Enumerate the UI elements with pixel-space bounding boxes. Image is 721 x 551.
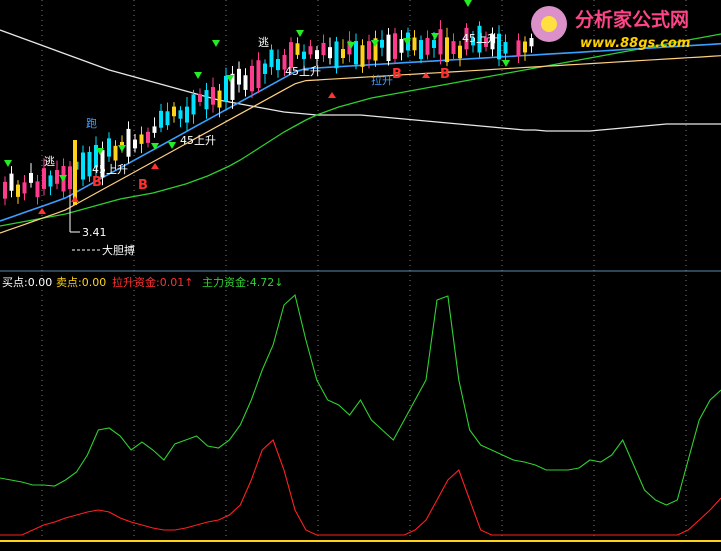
candle-body-12 xyxy=(81,152,85,180)
annotation-8: B xyxy=(92,175,102,190)
candle-body-47 xyxy=(308,46,313,55)
candle-body-80 xyxy=(529,38,534,47)
candle-body-48 xyxy=(315,50,319,59)
candle-body-58 xyxy=(380,39,384,48)
candle-body-13 xyxy=(87,151,92,177)
annotation-12: 3.41 xyxy=(82,226,107,239)
candle-body-70 xyxy=(458,45,462,59)
candle-body-66 xyxy=(432,40,436,48)
candle-body-33 xyxy=(217,90,222,108)
annotation-3: 45上升 xyxy=(180,134,216,147)
candle-body-59 xyxy=(386,34,391,62)
candle-body-44 xyxy=(289,42,293,68)
candle-body-32 xyxy=(211,87,215,105)
candle-body-8 xyxy=(55,170,59,184)
candle-body-17 xyxy=(113,145,118,161)
candle-body-24 xyxy=(159,110,163,128)
candle-body-22 xyxy=(146,131,150,143)
logo-title: 分析家公式网 xyxy=(575,8,689,31)
stock-chart: 逃跑45上升45上升45上升45上升逃拉升B BB B3.41大胆搏 买点:0.00… xyxy=(0,0,721,551)
candle-body-3 xyxy=(22,182,27,194)
candle-body-27 xyxy=(178,110,183,119)
annotation-0: 逃 xyxy=(44,155,55,168)
candle-body-29 xyxy=(191,94,196,115)
chart-background xyxy=(0,0,721,551)
candle-body-10 xyxy=(68,166,72,190)
indicator-label-1: 卖点:0.00 xyxy=(56,276,106,289)
candle-body-1 xyxy=(9,173,14,191)
candle-body-68 xyxy=(445,37,449,63)
candle-body-60 xyxy=(393,33,397,59)
candle-body-28 xyxy=(185,106,189,123)
candle-body-2 xyxy=(16,184,20,197)
candle-body-45 xyxy=(295,43,300,55)
candle-body-46 xyxy=(302,51,306,59)
candle-body-21 xyxy=(139,134,144,144)
annotation-7: 拉升 xyxy=(371,73,393,87)
annotation-11: B xyxy=(440,67,450,82)
candle-body-40 xyxy=(263,63,267,74)
annotation-10: B xyxy=(392,67,402,82)
candle-body-41 xyxy=(269,49,274,67)
candle-body-56 xyxy=(367,41,371,60)
candle-body-4 xyxy=(29,172,33,183)
indicator-header: 买点:0.00 卖点:0.00 拉升资金:0.01↑ 主力资金:4.72↓ xyxy=(2,275,283,289)
annotation-13: 大胆搏 xyxy=(102,243,135,257)
annotation-6: 逃 xyxy=(258,36,269,49)
candle-body-5 xyxy=(35,181,40,198)
candle-body-34 xyxy=(224,75,228,102)
indicator-label-2: 拉升资金:0.01↑ xyxy=(112,275,193,289)
logo-flower-center xyxy=(541,16,557,32)
candle-body-78 xyxy=(516,40,521,57)
candle-body-77 xyxy=(503,42,508,54)
candle-body-16 xyxy=(107,138,111,157)
candle-body-25 xyxy=(165,111,170,126)
annotation-9: B xyxy=(138,178,148,193)
candle-body-69 xyxy=(451,41,456,54)
candle-body-55 xyxy=(360,45,365,67)
candle-body-7 xyxy=(48,175,53,187)
candle-body-30 xyxy=(198,94,202,102)
candle-body-37 xyxy=(243,75,248,90)
candle-tall xyxy=(73,140,77,205)
annotation-4: 45上升 xyxy=(285,65,321,78)
candle-body-67 xyxy=(438,29,443,55)
candle-body-0 xyxy=(3,181,7,199)
candle-body-64 xyxy=(419,40,423,59)
candle-body-65 xyxy=(425,38,430,55)
candle-body-50 xyxy=(328,47,332,59)
annotation-5: 45上升 xyxy=(462,32,498,45)
candle-body-49 xyxy=(321,42,326,56)
annotation-1: 跑 xyxy=(86,116,97,130)
candle-body-38 xyxy=(250,65,254,92)
candle-body-20 xyxy=(133,139,137,149)
candle-body-6 xyxy=(42,168,46,189)
candle-body-63 xyxy=(412,37,417,51)
candle-body-52 xyxy=(341,49,345,58)
candle-body-39 xyxy=(256,60,261,89)
indicator-label-3: 主力资金:4.72↓ xyxy=(202,275,283,289)
candle-body-36 xyxy=(237,68,241,85)
candle-body-31 xyxy=(204,90,209,110)
candle-body-54 xyxy=(354,41,358,65)
candle-body-26 xyxy=(172,106,176,117)
candle-body-42 xyxy=(276,58,280,71)
candle-body-79 xyxy=(523,41,527,53)
candle-body-19 xyxy=(126,128,131,157)
indicator-label-0: 买点:0.00 xyxy=(2,276,52,289)
logo-url: www.88gs.com xyxy=(580,36,690,51)
candle-body-51 xyxy=(334,41,339,69)
candle-body-23 xyxy=(152,126,157,133)
candle-body-61 xyxy=(399,39,404,53)
